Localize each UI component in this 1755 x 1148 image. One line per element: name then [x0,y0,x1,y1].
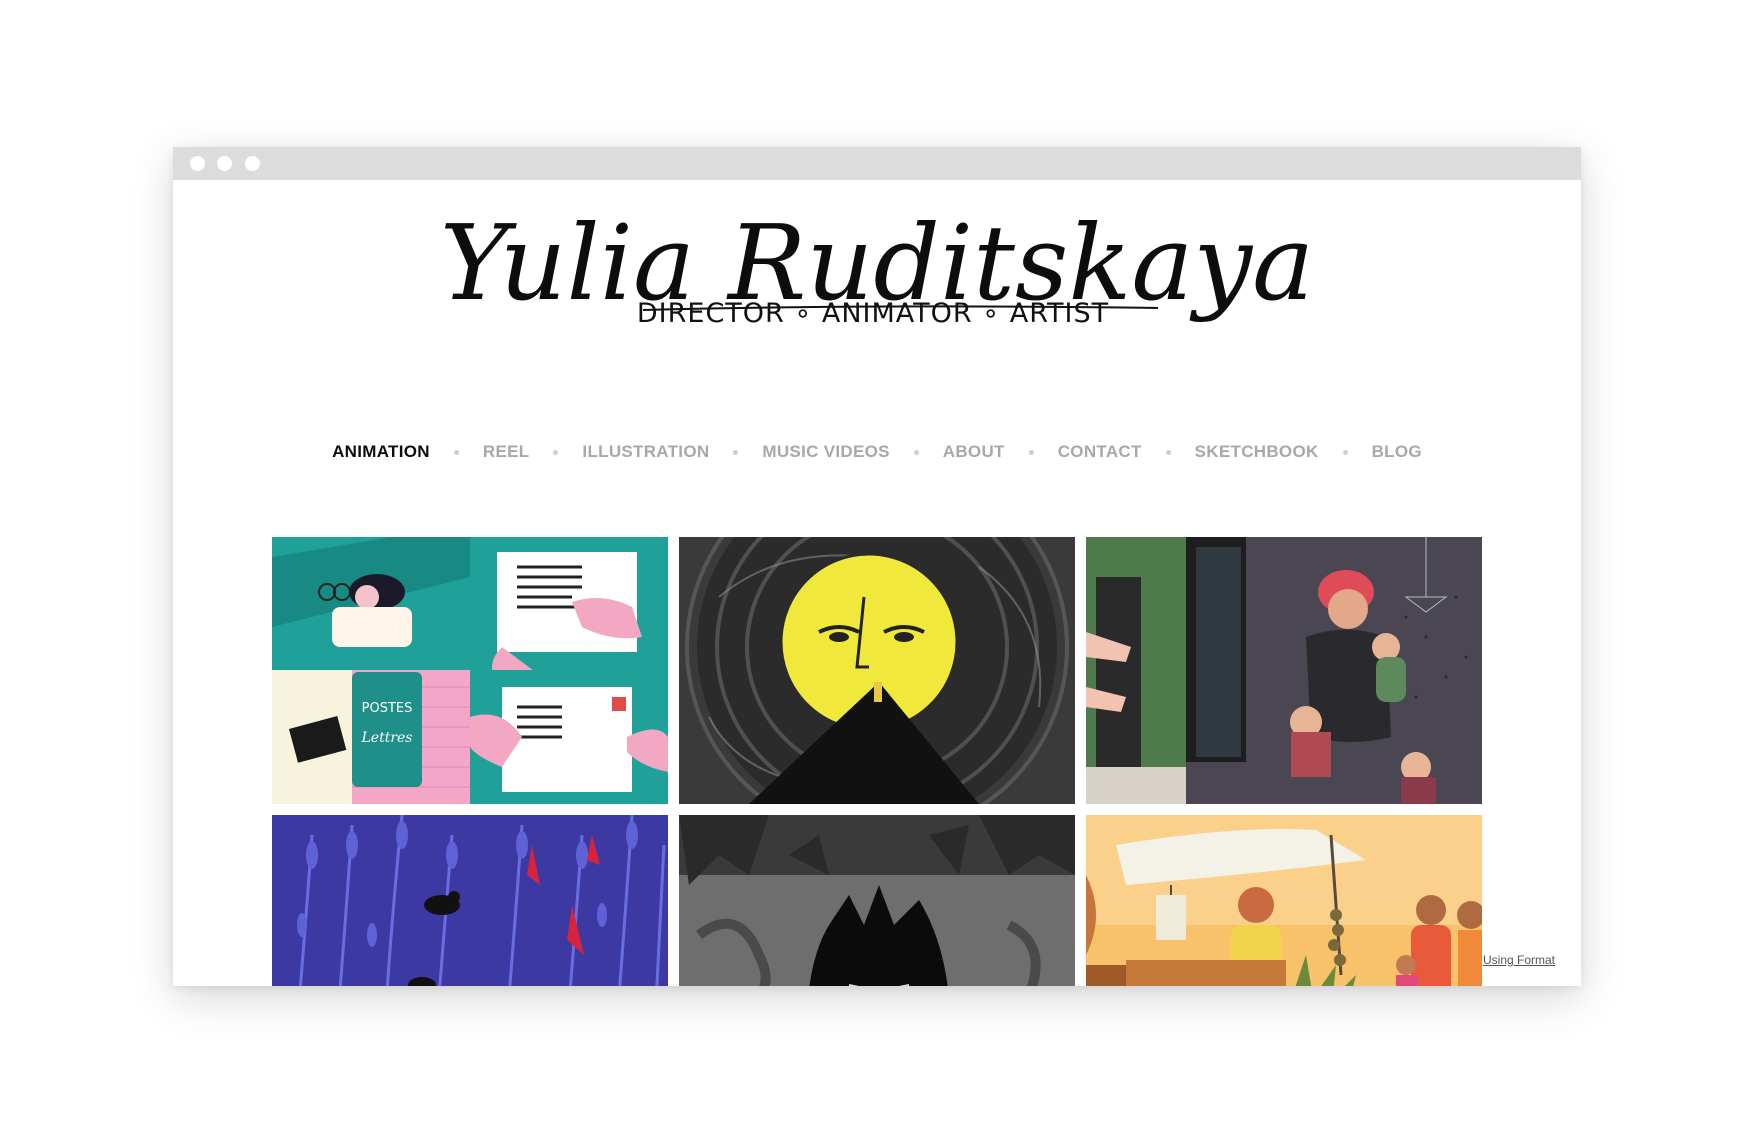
nav-item-about[interactable]: ABOUT [943,442,1005,462]
nav-item-contact[interactable]: CONTACT [1058,442,1142,462]
nav-item-music-videos[interactable]: MUSIC VIDEOS [762,442,889,462]
main-nav: ANIMATION REEL ILLUSTRATION MUSIC VIDEOS… [173,437,1581,467]
tile-lettres-text: Lettres [361,730,413,746]
site-tagline: DIRECTOR ∘ ANIMATOR ∘ ARTIST [637,298,1109,329]
project-tile-family[interactable] [1086,537,1482,804]
nav-separator [913,449,919,455]
nav-item-illustration[interactable]: ILLUSTRATION [582,442,709,462]
nav-item-blog[interactable]: BLOG [1372,442,1422,462]
logo-graphic: Yulia Ruditskaya DIRECTOR ∘ ANIMATOR ∘ A… [440,202,1314,329]
using-format-link[interactable]: Using Format [1483,953,1555,967]
nav-item-animation[interactable]: ANIMATION [332,442,430,462]
window-maximize-dot[interactable] [245,156,260,171]
tile-image [1086,815,1482,986]
site-logo[interactable]: Yulia Ruditskaya DIRECTOR ∘ ANIMATOR ∘ A… [173,192,1581,532]
nav-item-sketchbook[interactable]: SKETCHBOOK [1195,442,1319,462]
browser-titlebar [173,147,1581,180]
tile-image [679,815,1075,986]
window-minimize-dot[interactable] [217,156,232,171]
project-gallery: POSTES Lettres [272,537,1482,986]
nav-item-reel[interactable]: REEL [483,442,530,462]
nav-separator [1028,449,1034,455]
project-tile-moon[interactable] [679,537,1075,804]
project-tile-market[interactable] [1086,815,1482,986]
project-tile-wheat[interactable] [272,815,668,986]
tile-postes-text: POSTES [362,701,413,716]
browser-window: Yulia Ruditskaya DIRECTOR ∘ ANIMATOR ∘ A… [173,147,1581,986]
nav-separator [1342,449,1348,455]
nav-separator [1165,449,1171,455]
window-close-dot[interactable] [190,156,205,171]
project-tile-creature[interactable] [679,815,1075,986]
tile-image: POSTES Lettres [272,537,668,804]
nav-separator [553,449,559,455]
nav-separator [453,449,459,455]
project-tile-letters[interactable]: POSTES Lettres [272,537,668,804]
tile-image [1086,537,1482,804]
nav-separator [733,449,739,455]
tile-image [272,815,668,986]
tile-image [679,537,1075,804]
